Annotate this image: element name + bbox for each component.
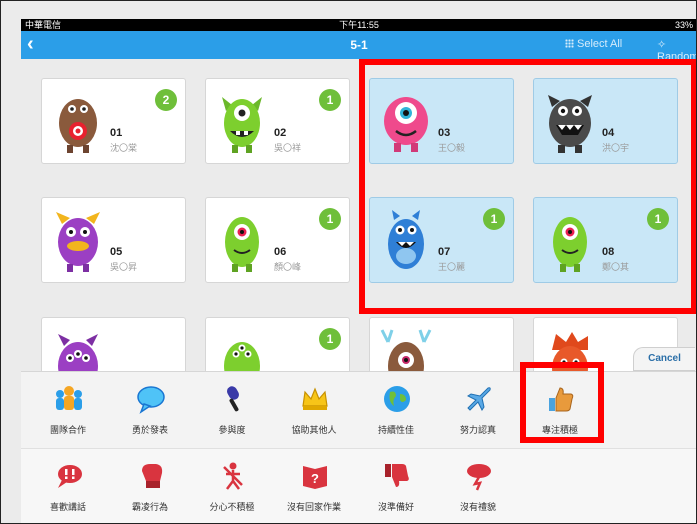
microphone-icon bbox=[227, 386, 239, 412]
skill-label: 參與度 bbox=[218, 425, 246, 435]
skill-label: 專注積極 bbox=[541, 425, 578, 435]
monster-avatar-icon bbox=[56, 212, 100, 272]
student-card[interactable]: 02 吳〇祥 1 bbox=[205, 78, 350, 164]
student-card[interactable]: 06 顏〇峰 1 bbox=[205, 197, 350, 283]
monster-avatar-icon bbox=[552, 332, 588, 371]
skill-label: 霸凌行為 bbox=[131, 502, 168, 512]
speech-bubble-icon bbox=[137, 386, 165, 414]
points-badge: 1 bbox=[319, 328, 341, 350]
negative-skills-row: 喜歡講話 霸凌行為 分心不積極 ? 沒有回家作業 沒準備好 沒有禮貌 bbox=[21, 448, 696, 523]
nav-bar: ‹ 5-1 Select All ✧ Random bbox=[21, 31, 696, 63]
skill-no-homework[interactable]: ? 沒有回家作業 bbox=[273, 449, 355, 523]
student-number: 07 bbox=[438, 246, 451, 258]
monster-avatar-icon bbox=[225, 217, 259, 272]
exclamation-bubble-icon bbox=[58, 465, 82, 488]
student-card[interactable] bbox=[369, 317, 514, 371]
student-card[interactable]: 05 吳〇昇 bbox=[41, 197, 186, 283]
crown-icon bbox=[302, 387, 328, 410]
student-grid: 01 沈〇棠 2 02 吳〇祥 1 03 王〇毅 04 洪〇宇 05 吳〇昇 0… bbox=[21, 59, 696, 371]
monster-avatar-icon bbox=[548, 95, 592, 153]
skill-tray: 團隊合作 勇於發表 參與度 協助其他人 持續性佳 努力認真 專注積極 喜歡講話 … bbox=[21, 371, 696, 523]
student-card[interactable]: 04 洪〇宇 bbox=[533, 78, 678, 164]
monster-avatar-icon bbox=[59, 99, 97, 153]
boxing-glove-icon bbox=[142, 464, 163, 488]
skill-speak-up[interactable]: 勇於發表 bbox=[109, 372, 191, 449]
student-card[interactable]: 08 鄭〇其 1 bbox=[533, 197, 678, 283]
skill-distracted[interactable]: 分心不積極 bbox=[191, 449, 273, 523]
student-number: 08 bbox=[602, 246, 615, 258]
cancel-button[interactable]: Cancel bbox=[633, 347, 695, 371]
student-number: 01 bbox=[110, 127, 123, 139]
student-name: 王〇毅 bbox=[438, 143, 466, 153]
skill-teamwork[interactable]: 團隊合作 bbox=[27, 372, 109, 449]
skill-talking[interactable]: 喜歡講話 bbox=[27, 449, 109, 523]
points-badge: 2 bbox=[155, 89, 177, 111]
skill-label: 努力認真 bbox=[459, 425, 496, 435]
svg-text:?: ? bbox=[311, 471, 319, 486]
student-card[interactable]: 01 沈〇棠 2 bbox=[41, 78, 186, 164]
skill-helping-others[interactable]: 協助其他人 bbox=[273, 372, 355, 449]
select-all-label: Select All bbox=[577, 38, 623, 50]
student-card[interactable]: 07 王〇麗 1 bbox=[369, 197, 514, 283]
skill-label: 喜歡講話 bbox=[49, 502, 86, 512]
skill-participation[interactable]: 參與度 bbox=[191, 372, 273, 449]
skill-impolite[interactable]: 沒有禮貌 bbox=[437, 449, 519, 523]
positive-skills-row: 團隊合作 勇於發表 參與度 協助其他人 持續性佳 努力認真 專注積極 bbox=[21, 371, 696, 449]
student-number: 03 bbox=[438, 127, 451, 139]
skill-persistence[interactable]: 持續性佳 bbox=[355, 372, 437, 449]
student-name: 吳〇祥 bbox=[274, 143, 302, 153]
student-card[interactable]: 03 王〇毅 bbox=[369, 78, 514, 164]
book-question-icon: ? bbox=[303, 466, 327, 489]
monster-avatar-icon bbox=[388, 210, 424, 269]
status-bar: 中華電信 下午11:55 33% bbox=[21, 19, 696, 31]
student-name: 洪〇宇 bbox=[602, 143, 630, 153]
skill-label: 協助其他人 bbox=[291, 425, 337, 435]
student-name: 沈〇棠 bbox=[110, 143, 138, 153]
storm-cloud-icon bbox=[467, 464, 491, 491]
select-all-button[interactable]: Select All bbox=[565, 38, 622, 50]
globe-icon bbox=[384, 386, 410, 412]
skill-label: 團隊合作 bbox=[49, 425, 86, 435]
clock: 下午11:55 bbox=[339, 20, 379, 30]
screenshot-frame: 中華電信 下午11:55 33% ‹ 5-1 Select All ✧ Rand… bbox=[0, 0, 697, 524]
thumbs-up-icon bbox=[549, 387, 574, 412]
student-name: 吳〇昇 bbox=[110, 262, 138, 272]
skill-label: 勇於發表 bbox=[131, 425, 168, 435]
thumbs-down-icon bbox=[385, 464, 409, 487]
skill-label: 沒有禮貌 bbox=[459, 502, 496, 512]
points-badge: 1 bbox=[319, 208, 341, 230]
skill-unprepared[interactable]: 沒準備好 bbox=[355, 449, 437, 523]
points-badge: 1 bbox=[647, 208, 669, 230]
skill-label: 沒準備好 bbox=[377, 502, 414, 512]
monster-avatar-icon bbox=[553, 217, 587, 272]
skill-label: 分心不積極 bbox=[209, 502, 255, 512]
monster-avatar-icon bbox=[380, 329, 432, 371]
monster-avatar-icon bbox=[384, 97, 428, 152]
skill-bullying[interactable]: 霸凌行為 bbox=[109, 449, 191, 523]
magic-wand-icon: ✧ bbox=[657, 39, 667, 51]
points-badge: 1 bbox=[483, 208, 505, 230]
points-badge: 1 bbox=[319, 89, 341, 111]
student-number: 04 bbox=[602, 127, 615, 139]
monster-avatar-icon bbox=[222, 97, 262, 153]
skill-hard-work[interactable]: 努力認真 bbox=[437, 372, 519, 449]
airplane-icon bbox=[467, 387, 491, 411]
skill-label: 持續性佳 bbox=[377, 425, 414, 435]
student-number: 02 bbox=[274, 127, 287, 139]
student-name: 王〇麗 bbox=[438, 262, 466, 272]
monster-avatar-icon bbox=[58, 334, 98, 371]
battery-label: 33% bbox=[674, 20, 693, 30]
student-name: 顏〇峰 bbox=[274, 262, 302, 272]
student-card[interactable]: 1 bbox=[205, 317, 350, 371]
grid-icon bbox=[565, 39, 574, 48]
monster-avatar-icon bbox=[224, 342, 260, 371]
student-card[interactable] bbox=[41, 317, 186, 371]
student-number: 06 bbox=[274, 246, 287, 258]
skill-focus[interactable]: 專注積極 bbox=[519, 372, 601, 449]
distracted-figure-icon bbox=[223, 462, 243, 490]
skill-label: 沒有回家作業 bbox=[286, 502, 341, 512]
student-name: 鄭〇其 bbox=[602, 262, 630, 272]
team-icon bbox=[56, 386, 82, 410]
student-number: 05 bbox=[110, 246, 123, 258]
